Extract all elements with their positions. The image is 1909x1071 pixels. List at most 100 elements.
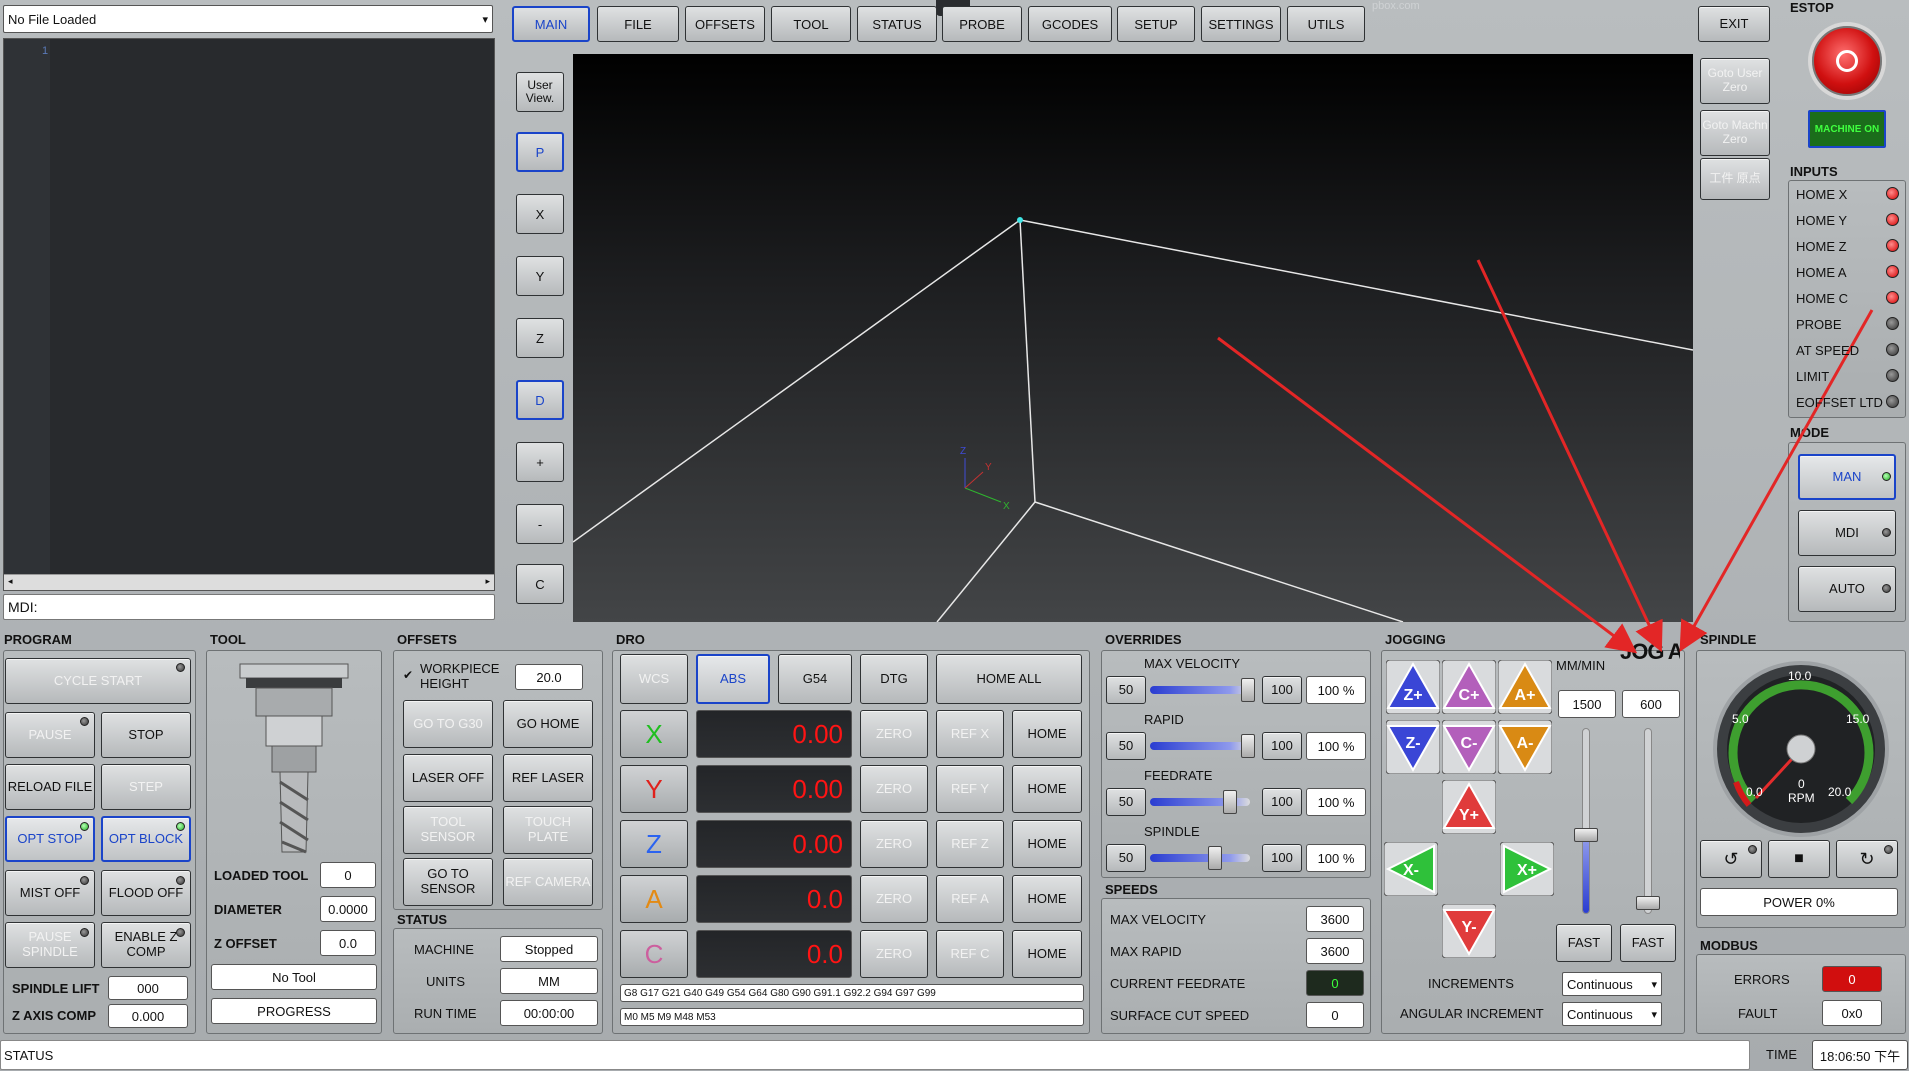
- dro-x-home-button[interactable]: HOME: [1012, 710, 1082, 758]
- view-button-6[interactable]: +: [516, 442, 564, 482]
- override-high-0[interactable]: 100: [1262, 676, 1302, 704]
- file-combo[interactable]: No File Loaded: [3, 5, 493, 33]
- override-low-1[interactable]: 50: [1106, 732, 1146, 760]
- tab-offsets[interactable]: OFFSETS: [685, 6, 765, 42]
- dro-z-zero-button[interactable]: ZERO: [860, 820, 928, 868]
- linear-jog-slider[interactable]: [1582, 728, 1590, 914]
- override-knob-3[interactable]: [1208, 846, 1222, 870]
- override-low-3[interactable]: 50: [1106, 844, 1146, 872]
- angular-jog-knob[interactable]: [1636, 896, 1660, 910]
- override-knob-2[interactable]: [1223, 790, 1237, 814]
- dro-axis-y-button[interactable]: Y: [620, 765, 688, 813]
- view-button-4[interactable]: Z: [516, 318, 564, 358]
- override-low-0[interactable]: 50: [1106, 676, 1146, 704]
- dro-a-home-button[interactable]: HOME: [1012, 875, 1082, 923]
- go-home-button[interactable]: GO HOME: [503, 700, 593, 748]
- dro-y-ref-button[interactable]: REF Y: [936, 765, 1004, 813]
- go-to-sensor-button[interactable]: GO TO SENSOR: [403, 858, 493, 906]
- linear-jog-rate[interactable]: 1500: [1558, 690, 1616, 718]
- dro-x-ref-button[interactable]: REF X: [936, 710, 1004, 758]
- diameter-field[interactable]: 0.0000: [320, 896, 376, 922]
- tab-setup[interactable]: SETUP: [1117, 6, 1195, 42]
- tool-sensor-button[interactable]: TOOL SENSOR: [403, 806, 493, 854]
- jog-c-minusplus-button[interactable]: C+: [1441, 659, 1497, 715]
- jog-z-minusplus-button[interactable]: Z+: [1385, 659, 1441, 715]
- workpiece-height-field[interactable]: 20.0: [515, 664, 583, 690]
- jog-x-minusplus-button[interactable]: X+: [1499, 841, 1555, 897]
- dro-z-ref-button[interactable]: REF Z: [936, 820, 1004, 868]
- override-slider-1[interactable]: [1150, 742, 1250, 750]
- view-button-7[interactable]: -: [516, 504, 564, 544]
- touch-plate-button[interactable]: TOUCH PLATE: [503, 806, 593, 854]
- cycle-start-button[interactable]: CYCLE START: [5, 658, 191, 704]
- gcode-editor[interactable]: 1 ◂ ▸: [3, 38, 495, 591]
- view-button-8[interactable]: C: [516, 564, 564, 604]
- override-knob-1[interactable]: [1241, 734, 1255, 758]
- angular-fast-button[interactable]: FAST: [1620, 924, 1676, 962]
- dro-axis-x-button[interactable]: X: [620, 710, 688, 758]
- dro-x-zero-button[interactable]: ZERO: [860, 710, 928, 758]
- dro-y-home-button[interactable]: HOME: [1012, 765, 1082, 813]
- linear-fast-button[interactable]: FAST: [1556, 924, 1612, 962]
- view-button-0[interactable]: User View.: [516, 72, 564, 112]
- dro-a-ref-button[interactable]: REF A: [936, 875, 1004, 923]
- machine-on-button[interactable]: MACHINE ON: [1808, 110, 1886, 148]
- loaded-tool-field[interactable]: 0: [320, 862, 376, 888]
- z-axis-comp-field[interactable]: 0.000: [108, 1004, 188, 1028]
- view-button-2[interactable]: X: [516, 194, 564, 234]
- angular-jog-slider[interactable]: [1644, 728, 1652, 914]
- dro-axis-z-button[interactable]: Z: [620, 820, 688, 868]
- exit-button[interactable]: EXIT: [1698, 6, 1770, 42]
- ref-laser-button[interactable]: REF LASER: [503, 754, 593, 802]
- editor-hscrollbar[interactable]: ◂ ▸: [4, 574, 494, 590]
- tab-status[interactable]: STATUS: [857, 6, 937, 42]
- view-button-3[interactable]: Y: [516, 256, 564, 296]
- workpiece-checkbox[interactable]: ✔: [403, 668, 413, 682]
- linear-jog-knob[interactable]: [1574, 828, 1598, 842]
- laser-off-button[interactable]: LASER OFF: [403, 754, 493, 802]
- jog-y-minusplus-button[interactable]: Y+: [1441, 779, 1497, 835]
- dro-a-zero-button[interactable]: ZERO: [860, 875, 928, 923]
- tab-main[interactable]: MAIN: [512, 6, 590, 42]
- override-high-2[interactable]: 100: [1262, 788, 1302, 816]
- toolpath-viewport[interactable]: Z X Y: [573, 54, 1693, 622]
- goto-button-2[interactable]: 工件 原点: [1700, 158, 1770, 200]
- override-high-3[interactable]: 100: [1262, 844, 1302, 872]
- dtg-button[interactable]: DTG: [860, 654, 928, 704]
- angular-increment-combo[interactable]: Continuous: [1562, 1002, 1662, 1026]
- dro-axis-a-button[interactable]: A: [620, 875, 688, 923]
- wcs-button[interactable]: WCS: [620, 654, 688, 704]
- jog-x-minus-button[interactable]: X-: [1383, 841, 1439, 897]
- dro-z-home-button[interactable]: HOME: [1012, 820, 1082, 868]
- dro-c-home-button[interactable]: HOME: [1012, 930, 1082, 978]
- increments-combo[interactable]: Continuous: [1562, 972, 1662, 996]
- override-high-1[interactable]: 100: [1262, 732, 1302, 760]
- z-offset-field[interactable]: 0.0: [320, 930, 376, 956]
- override-knob-0[interactable]: [1241, 678, 1255, 702]
- reload-file-button[interactable]: RELOAD FILE: [5, 764, 95, 810]
- g54-button[interactable]: G54: [778, 654, 852, 704]
- dro-axis-c-button[interactable]: C: [620, 930, 688, 978]
- spindle-stop-button[interactable]: ■: [1768, 840, 1830, 878]
- view-button-5[interactable]: D: [516, 380, 564, 420]
- jog-a-minus-button[interactable]: A-: [1497, 719, 1553, 775]
- go-to-g30-button[interactable]: GO TO G30: [403, 700, 493, 748]
- tab-tool[interactable]: TOOL: [771, 6, 851, 42]
- home-all-button[interactable]: HOME ALL: [936, 654, 1082, 704]
- tab-settings[interactable]: SETTINGS: [1201, 6, 1281, 42]
- override-low-2[interactable]: 50: [1106, 788, 1146, 816]
- jog-y-minus-button[interactable]: Y-: [1441, 903, 1497, 959]
- goto-button-0[interactable]: Goto User Zero: [1700, 58, 1770, 104]
- jog-z-minus-button[interactable]: Z-: [1385, 719, 1441, 775]
- override-slider-0[interactable]: [1150, 686, 1250, 694]
- angular-jog-rate[interactable]: 600: [1622, 690, 1680, 718]
- stop-button[interactable]: STOP: [101, 712, 191, 758]
- override-slider-3[interactable]: [1150, 854, 1250, 862]
- jog-a-minusplus-button[interactable]: A+: [1497, 659, 1553, 715]
- jog-c-minus-button[interactable]: C-: [1441, 719, 1497, 775]
- dro-c-zero-button[interactable]: ZERO: [860, 930, 928, 978]
- view-button-1[interactable]: P: [516, 132, 564, 172]
- mdi-input[interactable]: MDI:: [3, 594, 495, 620]
- tab-file[interactable]: FILE: [597, 6, 679, 42]
- step-button[interactable]: STEP: [101, 764, 191, 810]
